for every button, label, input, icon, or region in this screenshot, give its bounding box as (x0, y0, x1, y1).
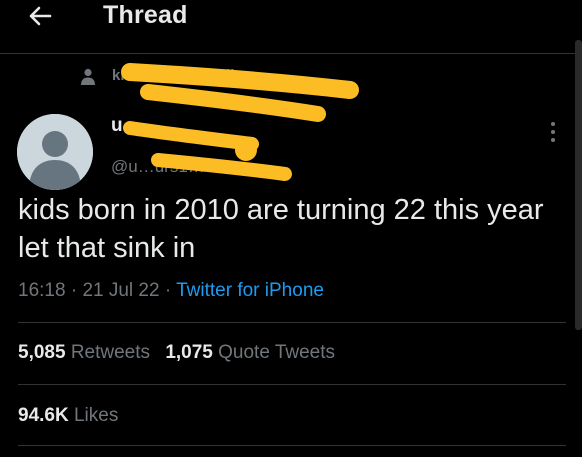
likes-stats: 94.6K Likes (18, 405, 118, 427)
tweet-source-link[interactable]: Twitter for iPhone (176, 280, 324, 301)
arrow-left-icon (29, 6, 52, 26)
meta-separator: · (70, 280, 78, 301)
more-options-button[interactable] (544, 120, 562, 144)
likes-label: Likes (73, 405, 119, 426)
likes-link[interactable]: 94.6K Likes (18, 405, 118, 427)
person-icon (81, 68, 95, 85)
divider (18, 322, 566, 323)
likes-count: 94.6K (18, 405, 69, 426)
divider (18, 384, 566, 385)
page-title: Thread (103, 1, 188, 29)
more-dots-icon (551, 122, 555, 142)
tweet-text: kids born in 2010 are turning 22 this ye… (18, 194, 544, 264)
tweet-time[interactable]: 16:18 (18, 280, 66, 301)
meta-separator: · (164, 280, 172, 301)
author-display-name[interactable]: u… (111, 115, 142, 137)
author-handle[interactable]: @u…urs1…69 (111, 157, 224, 177)
retweets-count: 5,085 (18, 342, 66, 363)
retweets-link[interactable]: 5,085 Retweets (18, 342, 150, 364)
header-divider (0, 53, 582, 54)
default-avatar-icon (17, 114, 93, 190)
tweet-date[interactable]: 21 Jul 22 (82, 280, 159, 301)
quote-tweets-link[interactable]: 1,075 Quote Tweets (165, 342, 335, 364)
tweet-meta: 16:18 · 21 Jul 22 · Twitter for iPhone (18, 280, 324, 302)
quote-tweets-count: 1,075 (165, 342, 213, 363)
social-context-text: kira … others follow (112, 67, 256, 84)
scrollbar[interactable] (575, 40, 582, 330)
back-button[interactable] (26, 2, 54, 30)
engagement-stats: 5,085 Retweets 1,075 Quote Tweets (18, 342, 335, 364)
quote-tweets-label: Quote Tweets (218, 342, 336, 363)
divider (18, 445, 566, 446)
avatar[interactable] (17, 114, 93, 190)
thread-header: Thread (0, 0, 582, 40)
retweets-label: Retweets (70, 342, 151, 363)
